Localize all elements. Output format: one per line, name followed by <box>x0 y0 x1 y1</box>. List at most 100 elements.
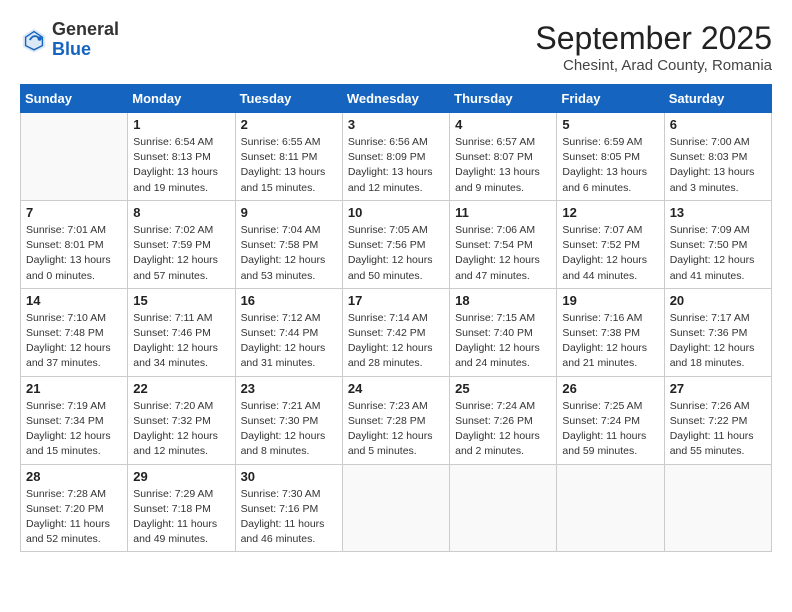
calendar-header-tuesday: Tuesday <box>235 85 342 113</box>
calendar-header-wednesday: Wednesday <box>342 85 449 113</box>
day-info: Sunrise: 7:01 AM Sunset: 8:01 PM Dayligh… <box>26 223 122 284</box>
calendar-cell <box>664 464 771 552</box>
day-number: 18 <box>455 293 551 308</box>
calendar-week-row: 7 Sunrise: 7:01 AM Sunset: 8:01 PM Daylig… <box>21 200 772 288</box>
day-number: 14 <box>26 293 122 308</box>
day-info: Sunrise: 7:23 AM Sunset: 7:28 PM Dayligh… <box>348 399 444 460</box>
day-info: Sunrise: 7:02 AM Sunset: 7:59 PM Dayligh… <box>133 223 229 284</box>
day-number: 6 <box>670 117 766 132</box>
calendar-cell: 7 Sunrise: 7:01 AM Sunset: 8:01 PM Daylig… <box>21 200 128 288</box>
calendar-cell: 15 Sunrise: 7:11 AM Sunset: 7:46 PM Dayli… <box>128 288 235 376</box>
day-number: 9 <box>241 205 337 220</box>
day-number: 13 <box>670 205 766 220</box>
day-info: Sunrise: 7:10 AM Sunset: 7:48 PM Dayligh… <box>26 311 122 372</box>
day-number: 30 <box>241 469 337 484</box>
logo-blue: Blue <box>52 39 91 59</box>
day-number: 12 <box>562 205 658 220</box>
calendar-cell: 22 Sunrise: 7:20 AM Sunset: 7:32 PM Dayli… <box>128 376 235 464</box>
day-info: Sunrise: 7:15 AM Sunset: 7:40 PM Dayligh… <box>455 311 551 372</box>
calendar-cell: 20Sunrise: 7:17 AM Sunset: 7:36 PM Dayli… <box>664 288 771 376</box>
calendar-cell: 29 Sunrise: 7:29 AM Sunset: 7:18 PM Dayli… <box>128 464 235 552</box>
calendar-cell: 10 Sunrise: 7:05 AM Sunset: 7:56 PM Dayli… <box>342 200 449 288</box>
day-number: 26 <box>562 381 658 396</box>
day-number: 21 <box>26 381 122 396</box>
calendar-cell: 30 Sunrise: 7:30 AM Sunset: 7:16 PM Dayli… <box>235 464 342 552</box>
calendar-cell: 18 Sunrise: 7:15 AM Sunset: 7:40 PM Dayli… <box>450 288 557 376</box>
calendar-cell <box>557 464 664 552</box>
calendar-cell: 6 Sunrise: 7:00 AM Sunset: 8:03 PM Daylig… <box>664 113 771 201</box>
location-title: Chesint, Arad County, Romania <box>535 57 772 74</box>
logo-icon <box>20 26 48 54</box>
day-number: 8 <box>133 205 229 220</box>
day-info: Sunrise: 7:00 AM Sunset: 8:03 PM Dayligh… <box>670 135 766 196</box>
calendar-week-row: 28 Sunrise: 7:28 AM Sunset: 7:20 PM Dayli… <box>21 464 772 552</box>
calendar-cell: 3 Sunrise: 6:56 AM Sunset: 8:09 PM Daylig… <box>342 113 449 201</box>
day-info: Sunrise: 7:17 AM Sunset: 7:36 PM Dayligh… <box>670 311 766 372</box>
day-info: Sunrise: 7:06 AM Sunset: 7:54 PM Dayligh… <box>455 223 551 284</box>
day-number: 27 <box>670 381 766 396</box>
day-info: Sunrise: 7:09 AM Sunset: 7:50 PM Dayligh… <box>670 223 766 284</box>
day-number: 28 <box>26 469 122 484</box>
calendar-cell: 26 Sunrise: 7:25 AM Sunset: 7:24 PM Dayli… <box>557 376 664 464</box>
day-number: 3 <box>348 117 444 132</box>
calendar-header-monday: Monday <box>128 85 235 113</box>
calendar-cell: 16Sunrise: 7:12 AM Sunset: 7:44 PM Dayli… <box>235 288 342 376</box>
calendar-cell <box>450 464 557 552</box>
logo-text: General Blue <box>52 20 119 60</box>
day-info: Sunrise: 7:20 AM Sunset: 7:32 PM Dayligh… <box>133 399 229 460</box>
day-number: 4 <box>455 117 551 132</box>
day-number: 19 <box>562 293 658 308</box>
day-info: Sunrise: 7:30 AM Sunset: 7:16 PM Dayligh… <box>241 487 337 548</box>
day-info: Sunrise: 7:28 AM Sunset: 7:20 PM Dayligh… <box>26 487 122 548</box>
day-info: Sunrise: 7:12 AM Sunset: 7:44 PM Dayligh… <box>241 311 337 372</box>
calendar-cell: 13 Sunrise: 7:09 AM Sunset: 7:50 PM Dayli… <box>664 200 771 288</box>
day-info: Sunrise: 7:07 AM Sunset: 7:52 PM Dayligh… <box>562 223 658 284</box>
day-number: 10 <box>348 205 444 220</box>
day-info: Sunrise: 7:11 AM Sunset: 7:46 PM Dayligh… <box>133 311 229 372</box>
calendar-cell: 14 Sunrise: 7:10 AM Sunset: 7:48 PM Dayli… <box>21 288 128 376</box>
day-number: 1 <box>133 117 229 132</box>
logo-general: General <box>52 19 119 39</box>
day-number: 11 <box>455 205 551 220</box>
calendar-cell: 17 Sunrise: 7:14 AM Sunset: 7:42 PM Dayli… <box>342 288 449 376</box>
day-info: Sunrise: 7:29 AM Sunset: 7:18 PM Dayligh… <box>133 487 229 548</box>
day-info: Sunrise: 7:25 AM Sunset: 7:24 PM Dayligh… <box>562 399 658 460</box>
day-number: 7 <box>26 205 122 220</box>
day-info: Sunrise: 7:21 AM Sunset: 7:30 PM Dayligh… <box>241 399 337 460</box>
calendar-cell: 24 Sunrise: 7:23 AM Sunset: 7:28 PM Dayli… <box>342 376 449 464</box>
day-number: 2 <box>241 117 337 132</box>
day-info: Sunrise: 6:56 AM Sunset: 8:09 PM Dayligh… <box>348 135 444 196</box>
calendar-cell: 23 Sunrise: 7:21 AM Sunset: 7:30 PM Dayli… <box>235 376 342 464</box>
day-info: Sunrise: 7:04 AM Sunset: 7:58 PM Dayligh… <box>241 223 337 284</box>
calendar-table: SundayMondayTuesdayWednesdayThursdayFrid… <box>20 84 772 552</box>
day-number: 24 <box>348 381 444 396</box>
day-number: 17 <box>348 293 444 308</box>
calendar-cell <box>342 464 449 552</box>
day-info: Sunrise: 7:14 AM Sunset: 7:42 PM Dayligh… <box>348 311 444 372</box>
day-number: 25 <box>455 381 551 396</box>
calendar-cell: 9 Sunrise: 7:04 AM Sunset: 7:58 PM Daylig… <box>235 200 342 288</box>
calendar-cell: 19Sunrise: 7:16 AM Sunset: 7:38 PM Dayli… <box>557 288 664 376</box>
day-info: Sunrise: 7:05 AM Sunset: 7:56 PM Dayligh… <box>348 223 444 284</box>
day-number: 29 <box>133 469 229 484</box>
calendar-header-thursday: Thursday <box>450 85 557 113</box>
calendar-cell: 4 Sunrise: 6:57 AM Sunset: 8:07 PM Daylig… <box>450 113 557 201</box>
calendar-cell: 27 Sunrise: 7:26 AM Sunset: 7:22 PM Dayli… <box>664 376 771 464</box>
calendar-cell <box>21 113 128 201</box>
calendar-cell: 2 Sunrise: 6:55 AM Sunset: 8:11 PM Daylig… <box>235 113 342 201</box>
day-number: 22 <box>133 381 229 396</box>
day-number: 5 <box>562 117 658 132</box>
calendar-cell: 12 Sunrise: 7:07 AM Sunset: 7:52 PM Dayli… <box>557 200 664 288</box>
day-number: 23 <box>241 381 337 396</box>
day-info: Sunrise: 6:55 AM Sunset: 8:11 PM Dayligh… <box>241 135 337 196</box>
calendar-week-row: 14 Sunrise: 7:10 AM Sunset: 7:48 PM Dayli… <box>21 288 772 376</box>
calendar-week-row: 21Sunrise: 7:19 AM Sunset: 7:34 PM Dayli… <box>21 376 772 464</box>
day-number: 15 <box>133 293 229 308</box>
day-info: Sunrise: 6:54 AM Sunset: 8:13 PM Dayligh… <box>133 135 229 196</box>
calendar-cell: 28 Sunrise: 7:28 AM Sunset: 7:20 PM Dayli… <box>21 464 128 552</box>
month-title: September 2025 <box>535 20 772 57</box>
calendar-header-saturday: Saturday <box>664 85 771 113</box>
day-info: Sunrise: 7:26 AM Sunset: 7:22 PM Dayligh… <box>670 399 766 460</box>
day-info: Sunrise: 7:24 AM Sunset: 7:26 PM Dayligh… <box>455 399 551 460</box>
day-info: Sunrise: 6:57 AM Sunset: 8:07 PM Dayligh… <box>455 135 551 196</box>
